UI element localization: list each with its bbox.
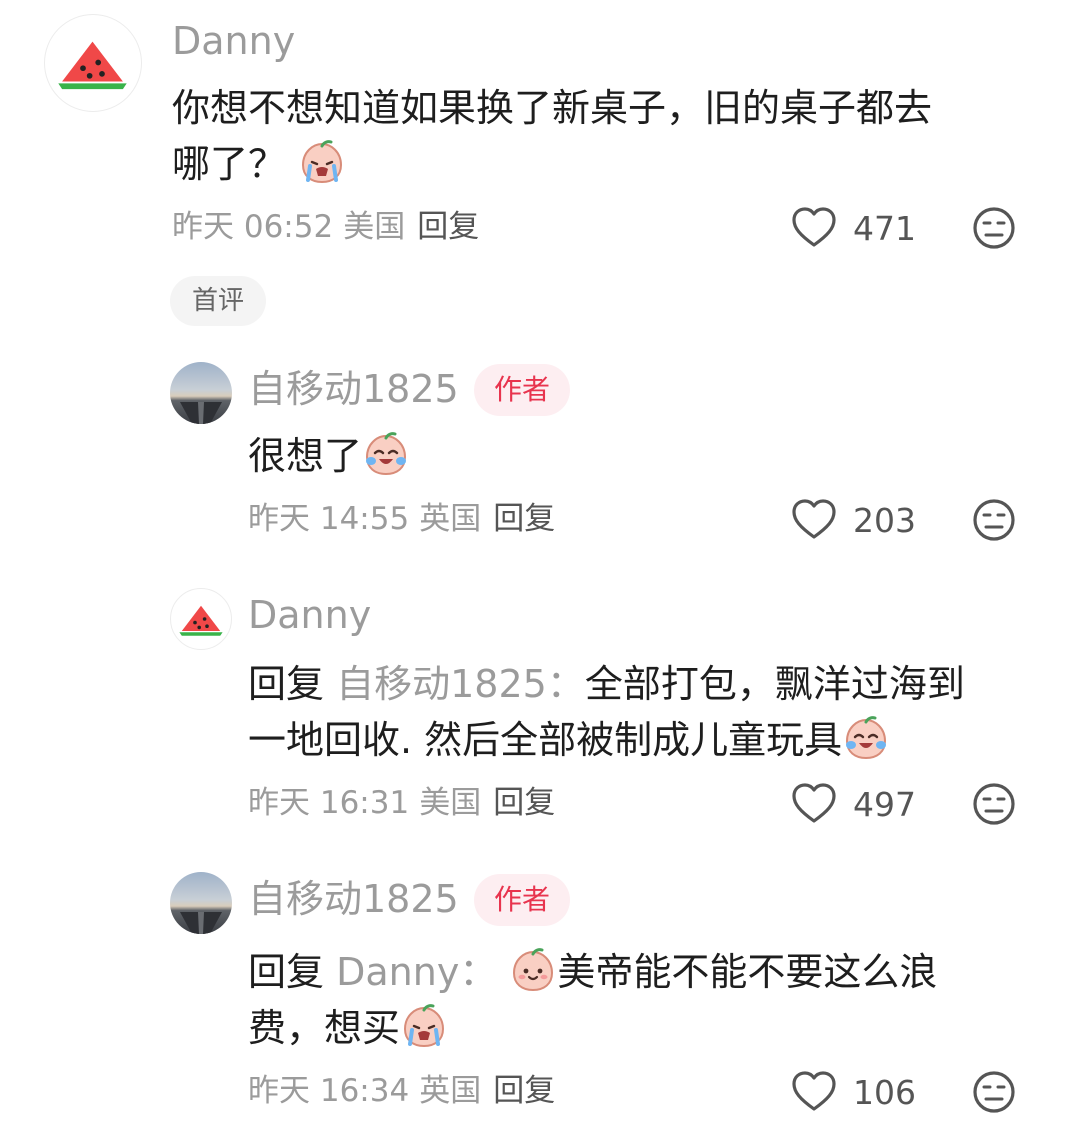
- like-count: 203: [853, 501, 916, 540]
- comment-line: 你想不想知道如果换了新桌子，旧的桌子都去: [172, 86, 933, 130]
- pier-photo-icon: [180, 402, 222, 424]
- timestamp: 昨天 16:34: [248, 1073, 410, 1109]
- meh-face-icon[interactable]: [970, 1068, 1018, 1116]
- reply-button[interactable]: 回复: [493, 501, 555, 537]
- reply-button[interactable]: 回复: [493, 785, 555, 821]
- comment-meta: 昨天 14:55 英国 回复: [248, 504, 555, 535]
- comment-line-text: 一地回收. 然后全部被制成儿童玩具: [248, 718, 843, 762]
- comment-meta: 昨天 06:52 美国 回复: [172, 212, 479, 243]
- comment-line: 回复 自移动1825：全部打包，飘洋过海到: [248, 656, 965, 712]
- laugh-cry-peach-emoji-icon: [362, 430, 410, 478]
- comment-meta: 昨天 16:31 美国 回复: [248, 788, 555, 819]
- comment-line: 回复 Danny： 美帝能不能不要这么浪: [248, 944, 937, 1000]
- username[interactable]: 自移动1825: [248, 370, 459, 408]
- comment-line-text: 费，想买: [248, 1006, 401, 1050]
- username[interactable]: Danny: [172, 22, 295, 60]
- comment-line: 费，想买: [248, 1000, 937, 1056]
- comment-text: 很想了: [248, 428, 410, 484]
- author-badge: 作者: [474, 364, 571, 416]
- meh-face-icon[interactable]: [970, 780, 1018, 828]
- reply-prefix: 回复: [248, 950, 325, 994]
- watermelon-avatar-icon: [171, 589, 231, 649]
- watermelon-avatar-icon: [45, 15, 140, 110]
- reply-button[interactable]: 回复: [417, 209, 479, 245]
- smiling-peach-emoji-icon: [509, 946, 557, 994]
- heart-outline-icon[interactable]: [790, 496, 838, 544]
- author-badge: 作者: [474, 874, 571, 926]
- comment-line-text: 美帝能不能不要这么浪: [557, 950, 938, 994]
- avatar-danny[interactable]: [170, 588, 232, 650]
- like-count: 471: [853, 209, 916, 248]
- heart-outline-icon[interactable]: [790, 204, 838, 252]
- comment-line: 哪了？: [172, 136, 932, 192]
- like-count: 497: [853, 785, 916, 824]
- comment-meta: 昨天 16:34 英国 回复: [248, 1076, 555, 1107]
- meh-face-icon[interactable]: [970, 496, 1018, 544]
- reply-prefix: 回复: [248, 662, 325, 706]
- heart-outline-icon[interactable]: [790, 1068, 838, 1116]
- avatar-danny[interactable]: [44, 14, 142, 112]
- comment-line-text: 全部打包，飘洋过海到: [584, 662, 965, 706]
- avatar-author[interactable]: [170, 872, 232, 934]
- reply-target[interactable]: Danny：: [336, 950, 497, 994]
- crying-peach-emoji-icon: [400, 1002, 448, 1050]
- username[interactable]: 自移动1825: [248, 880, 459, 918]
- timestamp: 昨天 16:31: [248, 785, 410, 821]
- pier-photo-icon: [180, 912, 222, 934]
- username[interactable]: Danny: [248, 596, 371, 634]
- location: 英国: [419, 501, 482, 537]
- like-count: 106: [853, 1073, 916, 1112]
- avatar-author[interactable]: [170, 362, 232, 424]
- comment-line-text: 哪了？: [172, 142, 287, 186]
- laugh-cry-peach-emoji-icon: [842, 714, 890, 762]
- location: 美国: [419, 785, 482, 821]
- heart-outline-icon[interactable]: [790, 780, 838, 828]
- reply-target[interactable]: 自移动1825：: [336, 662, 585, 706]
- comment-line-text: 很想了: [248, 434, 363, 478]
- crying-peach-emoji-icon: [298, 138, 346, 186]
- location: 英国: [419, 1073, 482, 1109]
- first-comment-badge: 首评: [170, 276, 266, 326]
- comment-text: 回复 Danny： 美帝能不能不要这么浪 费，想买: [248, 944, 937, 1056]
- meh-face-icon[interactable]: [970, 204, 1018, 252]
- timestamp: 昨天 06:52: [172, 209, 334, 245]
- reply-button[interactable]: 回复: [493, 1073, 555, 1109]
- comment-text: 回复 自移动1825：全部打包，飘洋过海到 一地回收. 然后全部被制成儿童玩具: [248, 656, 965, 768]
- comment-line: 一地回收. 然后全部被制成儿童玩具: [248, 712, 965, 768]
- comment-text: 你想不想知道如果换了新桌子，旧的桌子都去 哪了？: [172, 80, 932, 192]
- location: 美国: [343, 209, 406, 245]
- timestamp: 昨天 14:55: [248, 501, 410, 537]
